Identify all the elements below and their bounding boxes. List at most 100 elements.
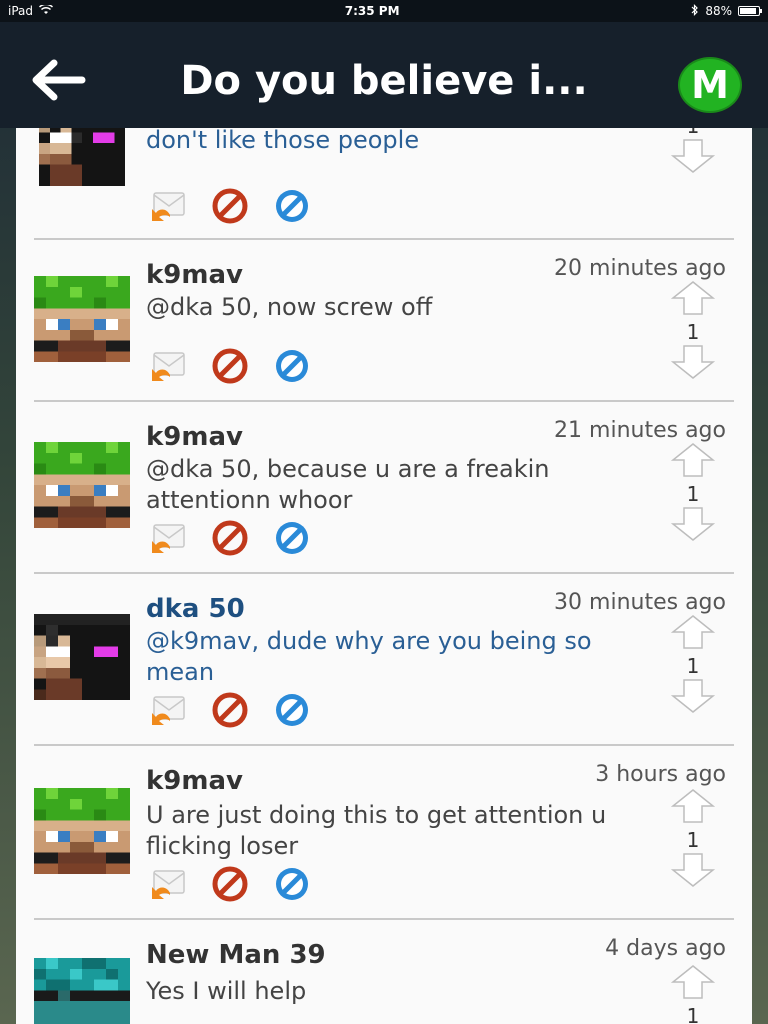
upvote-button[interactable] [670, 788, 716, 828]
reply-button[interactable] [148, 190, 188, 226]
battery-percent: 88% [705, 4, 732, 18]
vote-count: 1 [686, 1004, 700, 1024]
vote-count: 1 [686, 482, 700, 506]
downvote-button[interactable] [670, 852, 716, 892]
navigation-bar: Do you believe i... M [0, 22, 768, 128]
back-button[interactable] [28, 58, 86, 106]
vote-count: 1 [687, 128, 700, 138]
ban-button[interactable] [272, 868, 312, 904]
page-title: Do you believe i... [180, 58, 588, 104]
blue-slash-icon [273, 187, 311, 229]
arrow-up-icon [670, 281, 716, 320]
comment-actions [148, 866, 312, 904]
ban-button[interactable] [272, 190, 312, 226]
prohibited-icon [211, 691, 249, 733]
block-button[interactable] [210, 347, 250, 389]
block-button[interactable] [210, 866, 250, 904]
upvote-button[interactable] [670, 964, 716, 1004]
blue-slash-icon [273, 347, 311, 389]
avatar[interactable] [34, 442, 130, 528]
avatar[interactable] [34, 614, 130, 700]
comment-actions [148, 347, 312, 389]
prohibited-icon [211, 187, 249, 229]
prohibited-icon [211, 347, 249, 389]
comment-item: New Man 39 4 days ago Yes I will help 1 [16, 920, 752, 1024]
avatar[interactable] [34, 128, 130, 186]
blue-slash-icon [273, 691, 311, 733]
comment-username[interactable]: New Man 39 [146, 940, 326, 970]
ban-button[interactable] [272, 694, 312, 730]
arrow-down-icon [670, 345, 716, 384]
reply-button[interactable] [148, 522, 188, 558]
bluetooth-icon [691, 3, 699, 19]
avatar[interactable] [34, 788, 130, 874]
vote-control: 1 [668, 964, 718, 1024]
clock: 7:35 PM [344, 4, 400, 18]
vote-count: 1 [686, 654, 700, 678]
comment-username[interactable]: k9mav [146, 422, 243, 452]
device-label: iPad [8, 4, 34, 18]
comment-actions [148, 691, 312, 733]
comment-item: dka 50 30 minutes ago @k9mav, dude why a… [16, 574, 752, 744]
ban-button[interactable] [272, 350, 312, 386]
block-button[interactable] [210, 691, 250, 733]
comments-list[interactable]: @Lane Family is awesome, yeah I don't li… [16, 128, 752, 1024]
vote-control: 1 [668, 788, 718, 892]
vote-control: 1 [668, 280, 718, 384]
vote-count: 1 [686, 828, 700, 852]
comment-item: @Lane Family is awesome, yeah I don't li… [16, 128, 752, 240]
comment-username[interactable]: dka 50 [146, 594, 245, 624]
comment-text: Yes I will help [146, 977, 307, 1005]
comment-username[interactable]: k9mav [146, 766, 243, 796]
vote-control: 1 [668, 614, 718, 718]
reply-envelope-icon [148, 521, 188, 559]
arrow-up-icon [670, 965, 716, 1004]
comment-text: @dka 50, now screw off [146, 293, 433, 321]
arrow-up-icon [670, 789, 716, 828]
arrow-down-icon [670, 679, 716, 718]
comment-text: @k9mav, dude why are you being so mean [146, 627, 592, 686]
avatar[interactable] [34, 276, 130, 362]
reply-envelope-icon [148, 867, 188, 905]
comment-item: k9mav 20 minutes ago @dka 50, now screw … [16, 240, 752, 400]
upvote-button[interactable] [670, 280, 716, 320]
reply-button[interactable] [148, 694, 188, 730]
comment-text: @dka 50, because u are a freakin attenti… [146, 455, 550, 514]
comment-time: 4 days ago [605, 936, 726, 961]
comment-actions [148, 187, 312, 229]
block-button[interactable] [210, 519, 250, 561]
vote-control: 1 [668, 442, 718, 546]
downvote-button[interactable] [670, 138, 716, 178]
downvote-button[interactable] [670, 344, 716, 384]
prohibited-icon [211, 519, 249, 561]
reply-button[interactable] [148, 868, 188, 904]
battery-fill [739, 8, 756, 14]
m-badge-button[interactable]: M [678, 57, 742, 113]
comment-item: k9mav 21 minutes ago @dka 50, because u … [16, 402, 752, 572]
ban-button[interactable] [272, 522, 312, 558]
comment-time: 20 minutes ago [554, 256, 726, 281]
downvote-button[interactable] [670, 506, 716, 546]
avatar[interactable] [34, 958, 130, 1024]
wifi-icon [39, 3, 54, 18]
status-bar: iPad 7:35 PM 88% [0, 0, 768, 22]
reply-envelope-icon [148, 693, 188, 731]
reply-envelope-icon [148, 349, 188, 387]
upvote-button[interactable] [670, 614, 716, 654]
comment-text: @Lane Family is awesome, yeah I don't li… [146, 128, 420, 154]
arrow-down-icon [670, 507, 716, 546]
reply-envelope-icon [148, 189, 188, 227]
comment-text: U are just doing this to get attention u… [146, 801, 607, 860]
arrow-left-icon [28, 58, 86, 106]
arrow-down-icon [670, 139, 716, 178]
blue-slash-icon [273, 519, 311, 561]
reply-button[interactable] [148, 350, 188, 386]
m-badge-label: M [691, 63, 729, 107]
block-button[interactable] [210, 187, 250, 229]
downvote-button[interactable] [670, 678, 716, 718]
comment-username[interactable]: k9mav [146, 260, 243, 290]
comment-time: 3 hours ago [595, 762, 726, 787]
arrow-down-icon [670, 853, 716, 892]
battery-icon [737, 6, 762, 16]
upvote-button[interactable] [670, 442, 716, 482]
